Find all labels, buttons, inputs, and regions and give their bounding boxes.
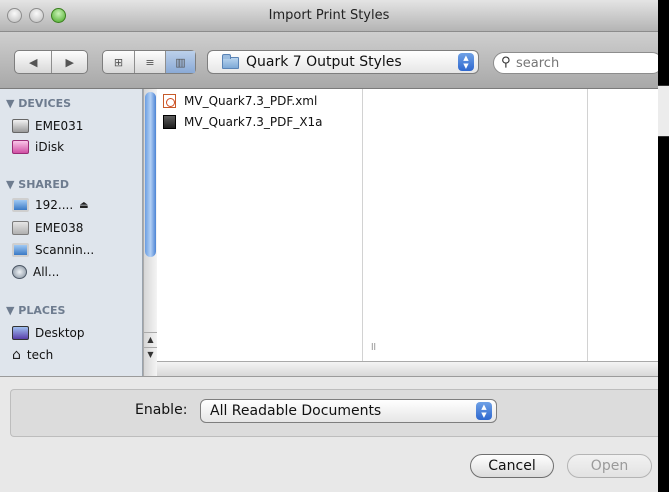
cancel-button[interactable]: Cancel (470, 454, 554, 478)
file-name: MV_Quark7.3_PDF_X1a (184, 115, 323, 129)
xml-file-icon (163, 94, 176, 108)
sidebar-item-desktop[interactable]: Desktop (12, 324, 85, 342)
sidebar: ▼ DEVICES EME031 iDisk ▼ SHARED 192.... … (0, 89, 143, 376)
sidebar-item-tech[interactable]: ⌂ tech (12, 346, 53, 364)
eject-icon[interactable]: ⏏ (79, 200, 88, 211)
sidebar-section-places: ▼ PLACES (6, 304, 66, 317)
sidebar-item-label: EME031 (35, 119, 84, 133)
background-window-edge (658, 85, 669, 137)
background-strip (658, 0, 669, 492)
sidebar-item-idisk[interactable]: iDisk (12, 138, 64, 156)
server-icon (12, 221, 29, 235)
sidebar-item-label: Scannin... (35, 243, 95, 257)
import-dialog: Import Print Styles ◀ ▶ ⊞ ≡ ▥ Quark 7 Ou… (0, 0, 663, 492)
desktop-icon (12, 326, 29, 340)
back-arrow-icon: ◀ (29, 55, 38, 69)
sidebar-item-192[interactable]: 192.... ⏏ (12, 196, 89, 214)
sidebar-item-all[interactable]: All... (12, 263, 59, 281)
window-title: Import Print Styles (268, 8, 390, 23)
file-item[interactable]: MV_Quark7.3_PDF_X1a (163, 113, 323, 131)
open-button[interactable]: Open (567, 454, 652, 478)
nav-buttons: ◀ ▶ (14, 50, 88, 74)
forward-button[interactable]: ▶ (51, 51, 87, 73)
location-label: Quark 7 Output Styles (246, 54, 402, 70)
hard-drive-icon (12, 119, 29, 133)
options-area: Enable: All Readable Documents ▲ ▼ Cancel… (0, 376, 658, 492)
icon-view-icon: ⊞ (113, 55, 124, 69)
sidebar-section-shared: ▼ SHARED (6, 178, 70, 191)
folder-icon (222, 54, 239, 69)
file-item[interactable]: MV_Quark7.3_PDF.xml (163, 92, 317, 110)
scroll-down-arrow-icon[interactable]: ▼ (144, 347, 157, 362)
sidebar-item-label: iDisk (35, 140, 65, 154)
popup-stepper-icon: ▲ ▼ (476, 402, 492, 420)
globe-icon (12, 265, 27, 279)
sidebar-scrollbar[interactable]: ▲ ▼ (143, 89, 157, 376)
back-button[interactable]: ◀ (15, 51, 51, 73)
sidebar-item-eme038[interactable]: EME038 (12, 219, 83, 237)
sidebar-item-label: All... (33, 265, 60, 279)
list-view-button[interactable]: ≡ (134, 51, 165, 73)
network-screen-icon (12, 243, 29, 257)
home-icon: ⌂ (12, 347, 21, 363)
column-view-icon: ▥ (175, 55, 186, 69)
sidebar-item-label: tech (26, 348, 54, 362)
popup-stepper-icon: ▲ ▼ (458, 53, 474, 71)
idisk-icon (12, 140, 29, 154)
sidebar-item-label: EME038 (35, 221, 84, 235)
sidebar-section-devices: ▼ DEVICES (6, 97, 72, 110)
search-icon: ⚲ (501, 55, 511, 70)
search-field[interactable]: ⚲ (493, 52, 663, 74)
enable-value: All Readable Documents (210, 403, 382, 419)
network-screen-icon (12, 198, 29, 212)
empty-column (363, 89, 588, 361)
file-name: MV_Quark7.3_PDF.xml (184, 94, 318, 108)
list-view-icon: ≡ (145, 55, 155, 69)
column-resize-grip-icon[interactable]: ll (371, 343, 376, 353)
sidebar-item-eme031[interactable]: EME031 (12, 117, 83, 135)
sidebar-item-label: Desktop (35, 326, 85, 340)
column-view-button[interactable]: ▥ (165, 51, 195, 73)
search-input[interactable] (516, 54, 656, 72)
enable-popup[interactable]: All Readable Documents ▲ ▼ (200, 399, 497, 423)
sidebar-item-scanning[interactable]: Scannin... (12, 241, 94, 259)
location-popup[interactable]: Quark 7 Output Styles ▲ ▼ (207, 50, 479, 74)
icon-view-button[interactable]: ⊞ (103, 51, 134, 73)
horizontal-scrollbar[interactable] (157, 361, 658, 376)
title-bar[interactable]: Import Print Styles (0, 0, 658, 32)
document-file-icon (163, 115, 176, 129)
view-mode-buttons: ⊞ ≡ ▥ (102, 50, 196, 74)
empty-column (588, 89, 658, 361)
enable-label: Enable: (135, 402, 188, 418)
sidebar-scroll-thumb[interactable] (145, 92, 156, 257)
scroll-up-arrow-icon[interactable]: ▲ (144, 332, 157, 347)
sidebar-item-label: 192.... (35, 198, 74, 212)
forward-arrow-icon: ▶ (65, 55, 74, 69)
